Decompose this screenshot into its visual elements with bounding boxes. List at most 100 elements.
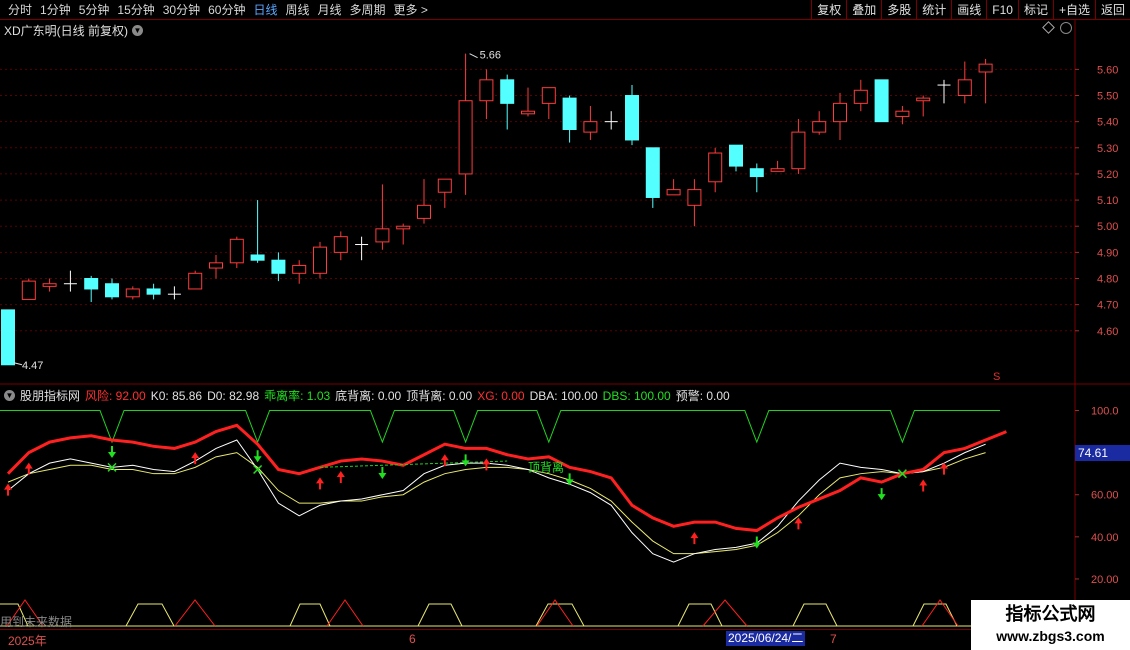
price-tick-label: 5.40 bbox=[1097, 117, 1118, 129]
indicator-field-1: K0: 85.86 bbox=[150, 388, 203, 403]
candle-body bbox=[749, 168, 764, 178]
buy-arrow-icon bbox=[316, 477, 324, 490]
candle-body bbox=[292, 264, 307, 274]
watermark-url: www.zbgs3.com bbox=[996, 628, 1105, 644]
candle-body bbox=[625, 95, 639, 141]
indicator-name[interactable]: 股朋指标网 bbox=[20, 387, 80, 404]
sell-arrow-icon bbox=[752, 536, 761, 549]
high-arrow bbox=[469, 53, 478, 59]
current-value-box: 74.61 bbox=[1075, 445, 1130, 461]
close-icon[interactable] bbox=[1060, 22, 1072, 34]
candlestick-series: 5.66 4.47 bbox=[1, 50, 993, 372]
s-marker: S bbox=[993, 371, 1001, 383]
buy-arrow-icon bbox=[482, 458, 491, 471]
signal-triangle bbox=[174, 599, 216, 627]
chevron-down-icon[interactable]: ▼ bbox=[132, 25, 143, 36]
price-tick-label: 5.60 bbox=[1097, 64, 1118, 76]
candle-body bbox=[708, 152, 723, 183]
low-arrow bbox=[13, 362, 23, 366]
cross-mark-icon bbox=[253, 464, 263, 475]
candle-body bbox=[333, 236, 348, 253]
candle-body bbox=[500, 79, 515, 104]
candle-body bbox=[853, 89, 868, 104]
cursor-date: 2025/06/24/二 bbox=[726, 631, 806, 646]
candle-body bbox=[375, 228, 390, 243]
signal-triangle bbox=[326, 599, 364, 627]
candle-body bbox=[729, 144, 743, 167]
indicator-field-7: DBA: 100.00 bbox=[529, 388, 598, 403]
sell-arrow-icon bbox=[108, 446, 116, 458]
price-tick-label: 5.50 bbox=[1097, 91, 1118, 103]
indicator-series: 顶背离 bbox=[0, 410, 1007, 627]
candle-body bbox=[188, 272, 203, 290]
candle-body bbox=[313, 246, 327, 274]
candle-body bbox=[21, 280, 36, 300]
candle-body bbox=[1, 309, 15, 366]
sell-arrow-icon bbox=[378, 467, 387, 480]
k-line bbox=[7, 439, 986, 563]
candle-body bbox=[521, 110, 535, 115]
indicator-field-8: DBS: 100.00 bbox=[602, 388, 671, 403]
candle-body bbox=[978, 63, 993, 73]
candle-body bbox=[84, 278, 99, 290]
candle-body bbox=[791, 131, 806, 170]
candle-body bbox=[541, 87, 556, 104]
signal-trapezoid bbox=[792, 603, 838, 627]
candle-body bbox=[833, 102, 847, 123]
price-axis: 5.60 5.50 5.40 5.30 5.20 5.10 5.00 4.90 4.80 4.70… bbox=[1075, 64, 1119, 586]
candle-body bbox=[417, 204, 431, 219]
date-axis: 2025年 6 7 2025/06/24/二 bbox=[0, 629, 971, 650]
candle-body bbox=[666, 189, 681, 196]
indicator-field-9: 预警: 0.00 bbox=[675, 389, 730, 403]
candle-body bbox=[874, 79, 889, 123]
indicator-field-0: 风险: 92.00 bbox=[85, 389, 146, 403]
indicator-tick-label: 100.0 bbox=[1091, 406, 1119, 418]
candle-body bbox=[125, 288, 140, 298]
stock-title: XD广东明(日线 前复权) bbox=[4, 24, 128, 38]
buy-arrow-icon bbox=[440, 454, 449, 467]
indicator-tick-label: 20.00 bbox=[1091, 574, 1119, 586]
indicator-field-2: D0: 82.98 bbox=[207, 388, 260, 403]
price-tick-label: 5.20 bbox=[1097, 169, 1118, 181]
divergence-line bbox=[319, 460, 508, 468]
candle-body bbox=[812, 121, 827, 133]
divergence-annotation: 顶背离 bbox=[528, 460, 564, 475]
candle-body bbox=[583, 121, 598, 133]
candle-body bbox=[42, 283, 57, 287]
candle-body bbox=[562, 97, 577, 130]
sell-arrow-icon bbox=[461, 454, 470, 467]
candle-body bbox=[105, 283, 119, 298]
price-tick-label: 4.60 bbox=[1097, 326, 1118, 338]
future-data-warning: 用到未来数据 bbox=[0, 615, 73, 629]
date-label-year: 2025年 bbox=[8, 634, 47, 648]
candle-body bbox=[396, 225, 411, 230]
buy-arrow-icon bbox=[919, 479, 928, 492]
candle-body bbox=[229, 238, 244, 264]
candle-body bbox=[479, 79, 494, 102]
dba-line bbox=[0, 410, 1000, 444]
indicator-title-bar: ▼ 股朋指标网 风险: 92.00 K0: 85.86 D0: 82.98 乖离率: … bbox=[4, 387, 730, 404]
price-tick-label: 4.90 bbox=[1097, 247, 1118, 259]
watermark-title: 指标公式网 bbox=[1005, 604, 1096, 625]
chart-canvas[interactable]: 5.66 4.47 顶背离 5.60 5.50 5.40 5.30 5.20 5.10 5.0… bbox=[0, 0, 1130, 650]
sell-arrow-icon bbox=[253, 450, 262, 463]
price-tick-label: 4.80 bbox=[1097, 274, 1118, 286]
candle-body bbox=[645, 147, 660, 198]
candle-body bbox=[146, 288, 161, 295]
price-tick-label: 5.30 bbox=[1097, 143, 1118, 155]
low-label: 4.47 bbox=[22, 360, 43, 372]
candle-body bbox=[271, 259, 286, 274]
candle-body bbox=[458, 100, 473, 175]
buy-arrow-icon bbox=[336, 471, 345, 484]
candle-body bbox=[209, 262, 223, 269]
indicator-menu-icon[interactable]: ▼ bbox=[4, 390, 15, 401]
date-label-june: 6 bbox=[409, 632, 416, 646]
sell-arrow-icon bbox=[877, 488, 886, 501]
buy-arrow-icon bbox=[4, 483, 12, 496]
indicator-tick-label: 60.00 bbox=[1091, 490, 1119, 502]
price-tick-label: 5.10 bbox=[1097, 195, 1118, 207]
signal-trapezoid bbox=[289, 603, 331, 627]
indicator-field-3: 乖离率: 1.03 bbox=[264, 389, 331, 403]
signal-trapezoid bbox=[677, 603, 723, 627]
grid-lines bbox=[0, 68, 1075, 332]
